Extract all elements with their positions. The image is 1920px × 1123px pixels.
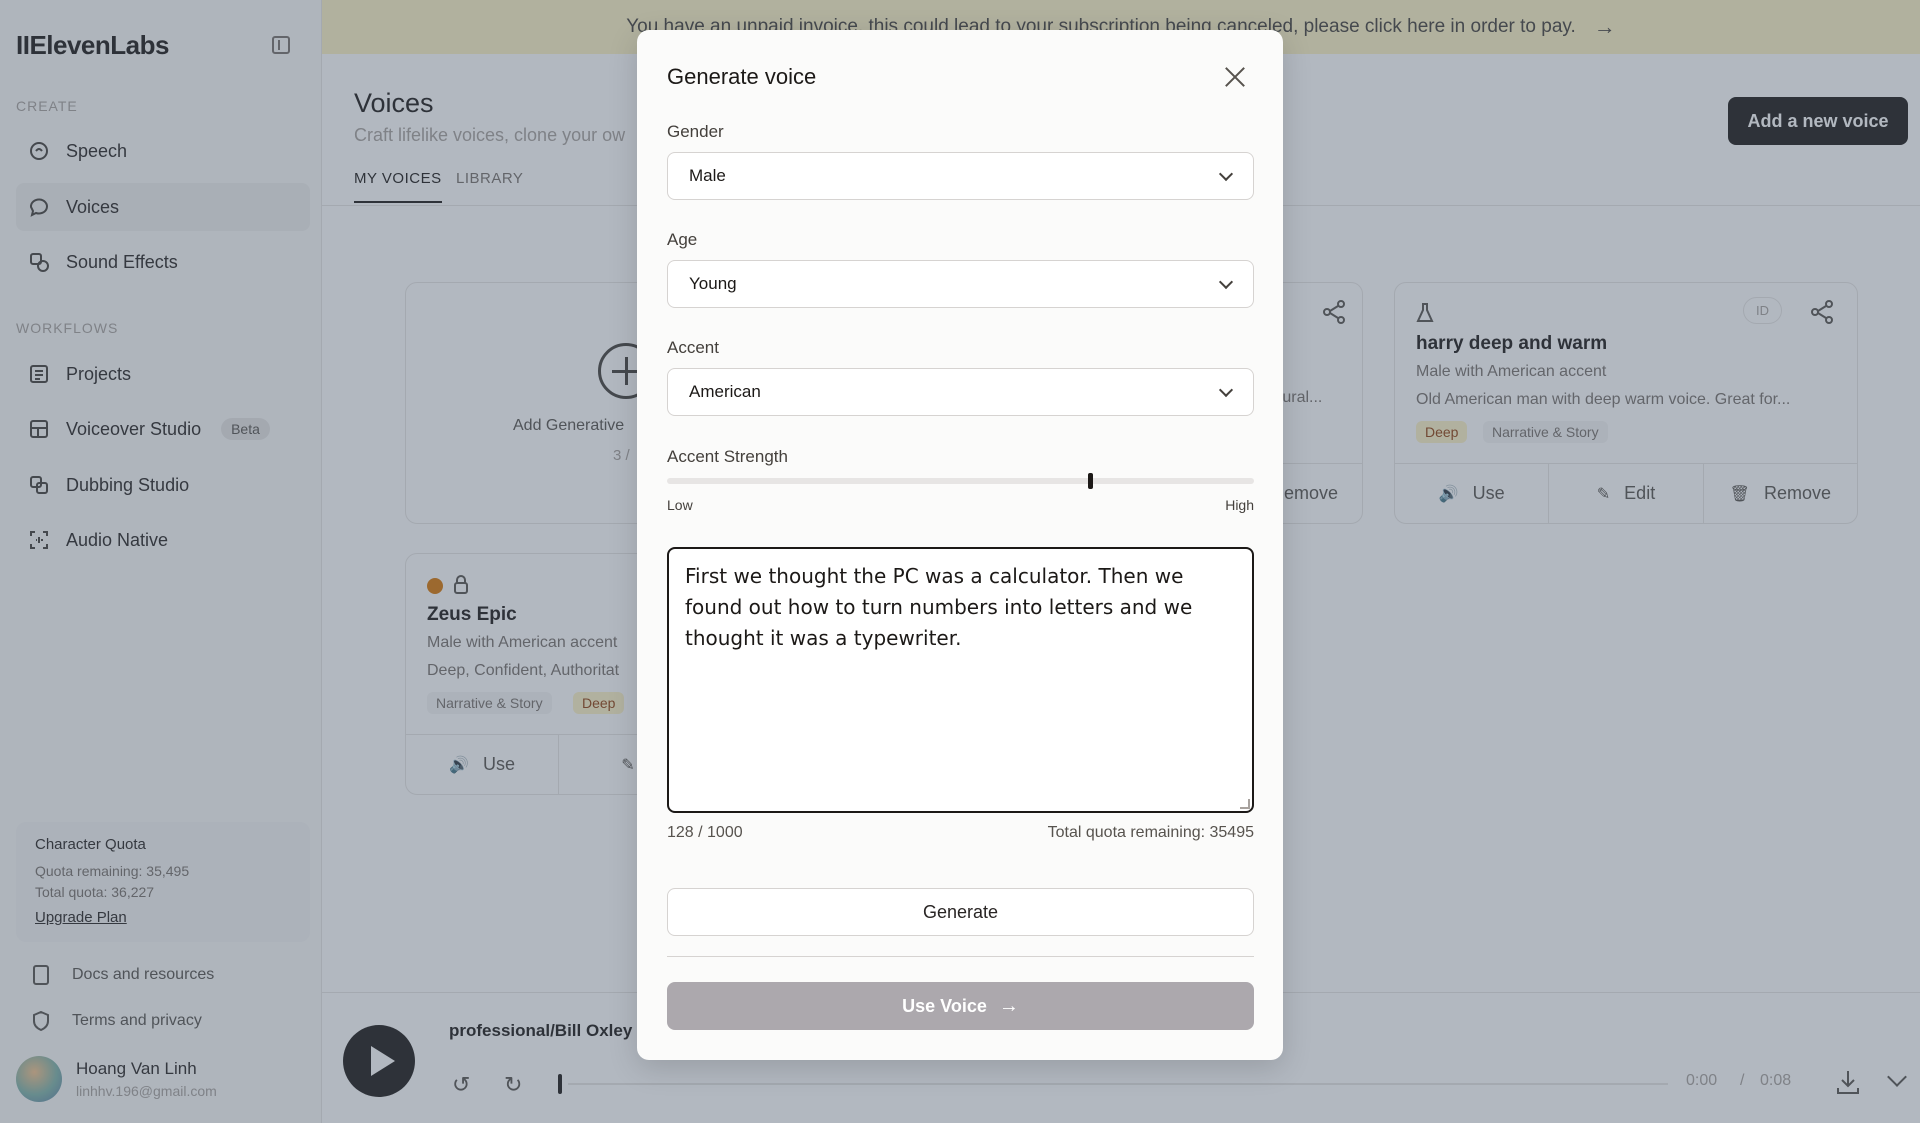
age-value: Young: [689, 274, 737, 293]
use-voice-button[interactable]: Use Voice →: [667, 982, 1254, 1030]
accent-select[interactable]: American: [667, 368, 1254, 416]
generate-voice-modal: Generate voice Gender Male Age Young Acc…: [637, 30, 1283, 1060]
accent-strength-label: Accent Strength: [667, 447, 788, 466]
age-select[interactable]: Young: [667, 260, 1254, 308]
gender-value: Male: [689, 166, 726, 185]
slider-high-label: High: [1225, 497, 1254, 513]
accent-strength-slider[interactable]: [667, 478, 1254, 484]
chevron-down-icon: [1218, 274, 1234, 290]
age-label: Age: [667, 230, 698, 249]
modal-title: Generate voice: [667, 64, 817, 89]
gender-label: Gender: [667, 122, 724, 141]
use-voice-label: Use Voice: [902, 995, 987, 1016]
resize-handle-icon[interactable]: [1240, 799, 1250, 809]
modal-divider: [667, 956, 1254, 957]
generate-button[interactable]: Generate: [667, 888, 1254, 936]
character-count: 128 / 1000: [667, 824, 743, 841]
accent-value: American: [689, 382, 761, 401]
slider-low-label: Low: [667, 497, 693, 513]
arrow-right-icon: →: [998, 994, 1019, 1017]
slider-handle[interactable]: [1087, 473, 1093, 489]
close-icon[interactable]: [1222, 64, 1248, 90]
chevron-down-icon: [1218, 382, 1234, 398]
total-quota-remaining: Total quota remaining: 35495: [1047, 824, 1254, 841]
accent-label: Accent: [667, 338, 719, 357]
gender-select[interactable]: Male: [667, 152, 1254, 200]
voice-text-input[interactable]: [667, 547, 1254, 813]
chevron-down-icon: [1218, 166, 1234, 182]
